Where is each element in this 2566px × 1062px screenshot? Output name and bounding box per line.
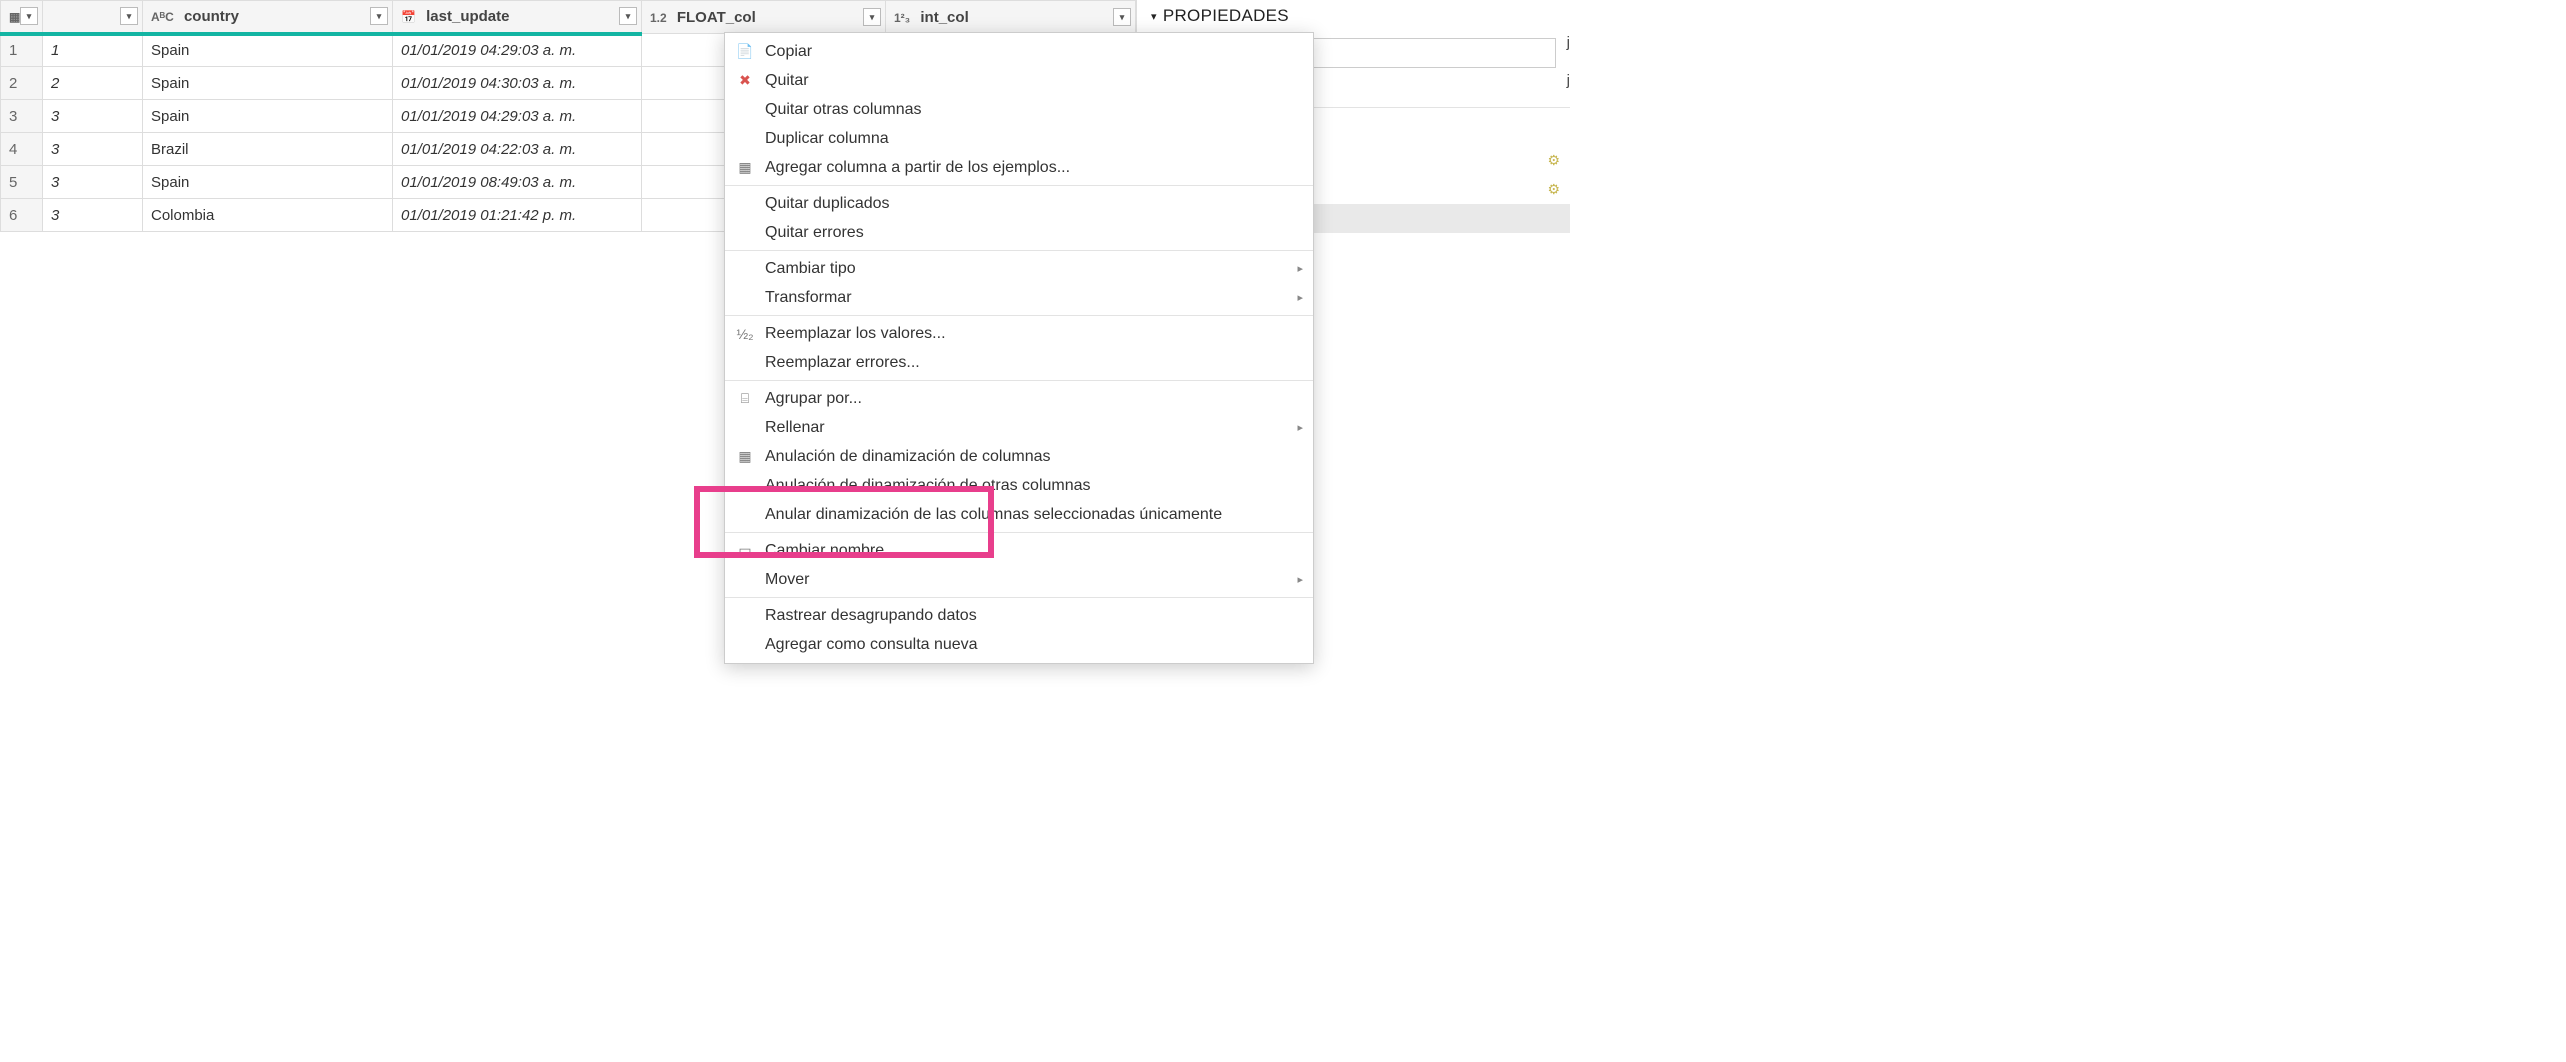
menu-change-type[interactable]: Cambiar tipo▸ <box>725 254 1313 283</box>
row-number: 3 <box>1 100 43 133</box>
menu-move[interactable]: Mover▸ <box>725 565 1313 594</box>
menu-unpivot-selected[interactable]: Anular dinamización de las columnas sele… <box>725 500 1313 529</box>
cell-index[interactable]: 3 <box>43 199 143 232</box>
truncated-char: j <box>1567 72 1570 89</box>
cell-country[interactable]: Spain <box>143 100 393 133</box>
properties-title: PROPIEDADES <box>1163 6 1289 26</box>
cell-index[interactable]: 3 <box>43 100 143 133</box>
cell-last-update[interactable]: 01/01/2019 04:30:03 a. m. <box>393 67 642 100</box>
cell-last-update[interactable]: 01/01/2019 01:21:42 p. m. <box>393 199 642 232</box>
cell-last-update[interactable]: 01/01/2019 04:22:03 a. m. <box>393 133 642 166</box>
menu-replace-errors[interactable]: Reemplazar errores... <box>725 348 1313 377</box>
chevron-right-icon: ▸ <box>1297 573 1303 586</box>
row-number: 6 <box>1 199 43 232</box>
column-label: int_col <box>920 9 968 26</box>
menu-unpivot[interactable]: ▦Anulación de dinamización de columnas <box>725 442 1313 471</box>
table-plus-icon: ▦ <box>735 159 755 176</box>
dropdown-icon[interactable]: ▾ <box>619 7 637 25</box>
properties-heading[interactable]: ▾ PROPIEDADES <box>1151 6 1556 26</box>
dropdown-icon[interactable]: ▾ <box>370 7 388 25</box>
menu-rename[interactable]: ▭Cambiar nombre... <box>725 536 1313 565</box>
truncated-char: j <box>1567 34 1570 51</box>
cell-index[interactable]: 3 <box>43 166 143 199</box>
column-label: FLOAT_col <box>677 9 756 26</box>
cell-index[interactable]: 1 <box>43 34 143 67</box>
delete-icon: ✖ <box>735 72 755 89</box>
row-number: 2 <box>1 67 43 100</box>
datetime-type-icon: 📅 <box>401 10 416 24</box>
column-label: last_update <box>426 8 509 25</box>
menu-group-by[interactable]: ⌸Agrupar por... <box>725 384 1313 413</box>
menu-separator <box>725 597 1313 598</box>
cell-country[interactable]: Colombia <box>143 199 393 232</box>
unpivot-icon: ▦ <box>735 448 755 465</box>
row-number: 4 <box>1 133 43 166</box>
menu-unpivot-other[interactable]: Anulación de dinamización de otras colum… <box>725 471 1313 500</box>
menu-copy[interactable]: 📄Copiar <box>725 37 1313 66</box>
rowheader-corner[interactable]: ▦ ▾ <box>1 1 43 34</box>
column-header-int-col[interactable]: 1²₃ int_col ▾ <box>886 1 1136 34</box>
column-header-float-col[interactable]: 1.2 FLOAT_col ▾ <box>642 1 886 34</box>
menu-replace-values[interactable]: ½₂Reemplazar los valores... <box>725 319 1313 348</box>
dropdown-icon[interactable]: ▾ <box>20 7 38 25</box>
menu-remove-errors[interactable]: Quitar errores <box>725 218 1313 247</box>
chevron-right-icon: ▸ <box>1297 262 1303 275</box>
column-header-country[interactable]: AᴮC country ▾ <box>143 1 393 34</box>
menu-transform[interactable]: Transformar▸ <box>725 283 1313 312</box>
text-type-icon: AᴮC <box>151 10 174 24</box>
menu-remove-other[interactable]: Quitar otras columnas <box>725 95 1313 124</box>
cell-country[interactable]: Spain <box>143 166 393 199</box>
menu-duplicate[interactable]: Duplicar columna <box>725 124 1313 153</box>
cell-country[interactable]: Spain <box>143 34 393 67</box>
menu-add-as-query[interactable]: Agregar como consulta nueva <box>725 630 1313 659</box>
menu-drill-down[interactable]: Rastrear desagrupando datos <box>725 601 1313 630</box>
chevron-right-icon: ▸ <box>1297 421 1303 434</box>
menu-remove[interactable]: ✖Quitar <box>725 66 1313 95</box>
cell-index[interactable]: 2 <box>43 67 143 100</box>
menu-separator <box>725 250 1313 251</box>
gear-icon[interactable]: ⚙ <box>1547 181 1560 198</box>
data-grid: ▦ ▾ ▾ AᴮC country ▾ 📅 last_update ▾ <box>0 0 1136 650</box>
copy-icon: 📄 <box>735 43 755 60</box>
chevron-right-icon: ▸ <box>1297 291 1303 304</box>
column-context-menu: 📄Copiar ✖Quitar Quitar otras columnas Du… <box>724 32 1314 664</box>
row-number: 1 <box>1 34 43 67</box>
replace-icon: ½₂ <box>735 326 755 342</box>
caret-down-icon: ▾ <box>1151 10 1157 23</box>
menu-separator <box>725 532 1313 533</box>
dropdown-icon[interactable]: ▾ <box>120 7 138 25</box>
cell-country[interactable]: Spain <box>143 67 393 100</box>
menu-separator <box>725 380 1313 381</box>
group-icon: ⌸ <box>735 390 755 407</box>
table-icon: ▦ <box>9 10 20 24</box>
dropdown-icon[interactable]: ▾ <box>1113 8 1131 26</box>
column-label: country <box>184 8 239 25</box>
menu-fill[interactable]: Rellenar▸ <box>725 413 1313 442</box>
row-number: 5 <box>1 166 43 199</box>
gear-icon[interactable]: ⚙ <box>1547 152 1560 169</box>
dropdown-icon[interactable]: ▾ <box>863 8 881 26</box>
cell-last-update[interactable]: 01/01/2019 08:49:03 a. m. <box>393 166 642 199</box>
cell-last-update[interactable]: 01/01/2019 04:29:03 a. m. <box>393 34 642 67</box>
menu-separator <box>725 185 1313 186</box>
decimal-type-icon: 1.2 <box>650 11 667 25</box>
rename-icon: ▭ <box>735 542 755 559</box>
menu-add-from-examples[interactable]: ▦Agregar columna a partir de los ejemplo… <box>725 153 1313 182</box>
menu-remove-duplicates[interactable]: Quitar duplicados <box>725 189 1313 218</box>
column-header-last-update[interactable]: 📅 last_update ▾ <box>393 1 642 34</box>
cell-country[interactable]: Brazil <box>143 133 393 166</box>
menu-separator <box>725 315 1313 316</box>
cell-index[interactable]: 3 <box>43 133 143 166</box>
cell-last-update[interactable]: 01/01/2019 04:29:03 a. m. <box>393 100 642 133</box>
column-header-index[interactable]: ▾ <box>43 1 143 34</box>
integer-type-icon: 1²₃ <box>894 11 910 25</box>
